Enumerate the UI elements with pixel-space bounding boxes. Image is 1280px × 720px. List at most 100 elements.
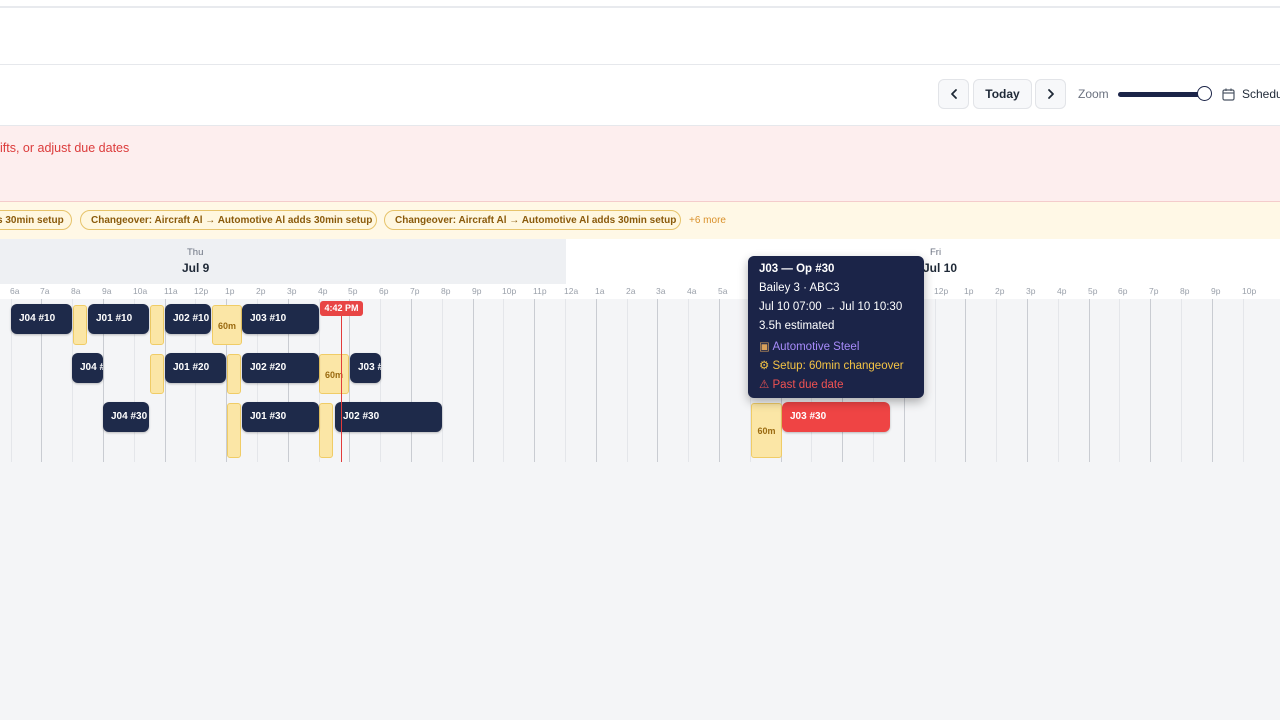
hour-label: 6a [10,286,20,296]
hour-label: 4p [1057,286,1067,296]
hour-label: 2p [995,286,1005,296]
warning-chip[interactable]: Changeover: Aircraft Al → Automotive Al … [384,210,681,230]
setup-block[interactable]: 60m [751,403,782,458]
operation-block[interactable]: J03 # [350,353,381,383]
hour-label: 7p [410,286,420,296]
operation-block[interactable]: J02 #20 [242,353,319,383]
hour-gridline [565,299,566,462]
gantt-timeline: Thu Jul 9 Fri Jul 10 6a 7a 8a 9a 10a 11a 12p 1p… [0,239,1280,462]
operation-block[interactable]: J03 #10 [242,304,319,334]
hour-gridline [935,299,936,462]
tooltip-machine: Bailey 3 · ABC3 [759,282,840,294]
zoom-slider-fill [1118,92,1204,97]
hour-label: 12p [934,286,949,296]
setup-block[interactable] [319,403,333,458]
tooltip-time: Jul 10 07:00 → Jul 10 10:30 [759,301,903,313]
top-header [0,0,1280,65]
hour-label: 9p [1211,286,1221,296]
operation-block[interactable]: J02 #10 [165,304,211,334]
tooltip-setup-text: Setup: 60min changeover [772,360,904,372]
error-banner-text: ifts, or adjust due dates [0,141,130,155]
hour-gridline [1243,299,1244,462]
hour-label: 9p [472,286,482,296]
setup-block[interactable] [150,305,164,345]
schedule-button[interactable]: Schedu [1242,87,1280,101]
operation-block[interactable]: J02 #30 [335,402,442,432]
tooltip-material: ▣ Automotive Steel [759,339,859,353]
hour-label: 6p [1118,286,1128,296]
prev-button[interactable] [938,79,969,109]
hour-label: 8a [71,286,81,296]
hour-gridline [349,299,350,462]
hour-label: 5p [348,286,358,296]
hour-gridline [1058,299,1059,462]
operation-block-late[interactable]: J03 #30 [782,402,890,432]
tooltip-estimate: 3.5h estimated [759,320,835,332]
hour-label: 1p [964,286,974,296]
hour-label: 3a [656,286,666,296]
hour-gridline [1119,299,1120,462]
hour-gridline [1150,299,1151,462]
hour-label: 5a [718,286,728,296]
hour-label: 4a [687,286,697,296]
hour-gridline [657,299,658,462]
hour-gridline [719,299,720,462]
toolbar: Today Zoom Schedu [0,65,1280,126]
operation-block[interactable]: J04 #30 [103,402,149,432]
operation-block[interactable]: J04 # [72,353,103,383]
today-button[interactable]: Today [973,79,1032,109]
warning-chip[interactable]: s 30min setup [0,210,72,230]
hour-gridline [688,299,689,462]
more-warnings-link[interactable]: +6 more [689,215,726,226]
current-time-label: 4:42 PM [320,301,363,316]
setup-block[interactable] [227,403,241,458]
error-banner: ifts, or adjust due dates [0,126,1280,202]
setup-block[interactable] [73,305,87,345]
chevron-right-icon [1047,89,1054,99]
setup-block[interactable]: 60m [212,305,242,345]
tooltip-warning-text: Past due date [772,379,844,391]
hour-gridline [627,299,628,462]
setup-block[interactable] [227,354,241,394]
operation-block[interactable]: J01 #30 [242,402,319,432]
hour-label: 1a [595,286,605,296]
operation-block[interactable]: J04 #10 [11,304,72,334]
hour-label: 7a [40,286,50,296]
hour-label: 2a [626,286,636,296]
tooltip-setup: ⚙ Setup: 60min changeover [759,358,904,372]
hour-gridline [965,299,966,462]
chevron-left-icon [950,89,957,99]
hour-label: 4p [318,286,328,296]
operation-block[interactable]: J01 #10 [88,304,149,334]
hour-label: 12a [564,286,579,296]
zoom-label: Zoom [1078,87,1109,101]
hour-gridline [1181,299,1182,462]
hour-gridline [473,299,474,462]
package-icon: ▣ [759,341,770,353]
zoom-slider[interactable] [1118,86,1212,101]
hour-gridline [411,299,412,462]
hour-label: 5p [1088,286,1098,296]
warning-bar: s 30min setup Changeover: Aircraft Al → … [0,202,1280,240]
calendar-icon [1222,88,1235,101]
hour-gridline [596,299,597,462]
zoom-slider-handle[interactable] [1196,86,1212,101]
next-button[interactable] [1035,79,1066,109]
hour-label: 7p [1149,286,1159,296]
hour-gridline [1027,299,1028,462]
setup-block[interactable]: 60m [319,354,349,394]
hour-label: 9a [102,286,112,296]
hour-gridline [1212,299,1213,462]
hour-gridline [996,299,997,462]
setup-block[interactable] [150,354,164,394]
hour-label: 1p [225,286,235,296]
gear-icon: ⚙ [759,360,770,372]
hour-label: 10p [502,286,517,296]
hour-gridline [442,299,443,462]
hour-gridline [380,299,381,462]
operation-block[interactable]: J01 #20 [165,353,226,383]
warning-chip[interactable]: Changeover: Aircraft Al → Automotive Al … [80,210,377,230]
hour-grid: 6a 7a 8a 9a 10a 11a 12p 1p 2p 3p 4p 5p 6p 7p 8p 9p 10p 11… [0,239,1280,462]
tooltip-title: J03 — Op #30 [759,263,835,275]
hour-label: 3p [287,286,297,296]
